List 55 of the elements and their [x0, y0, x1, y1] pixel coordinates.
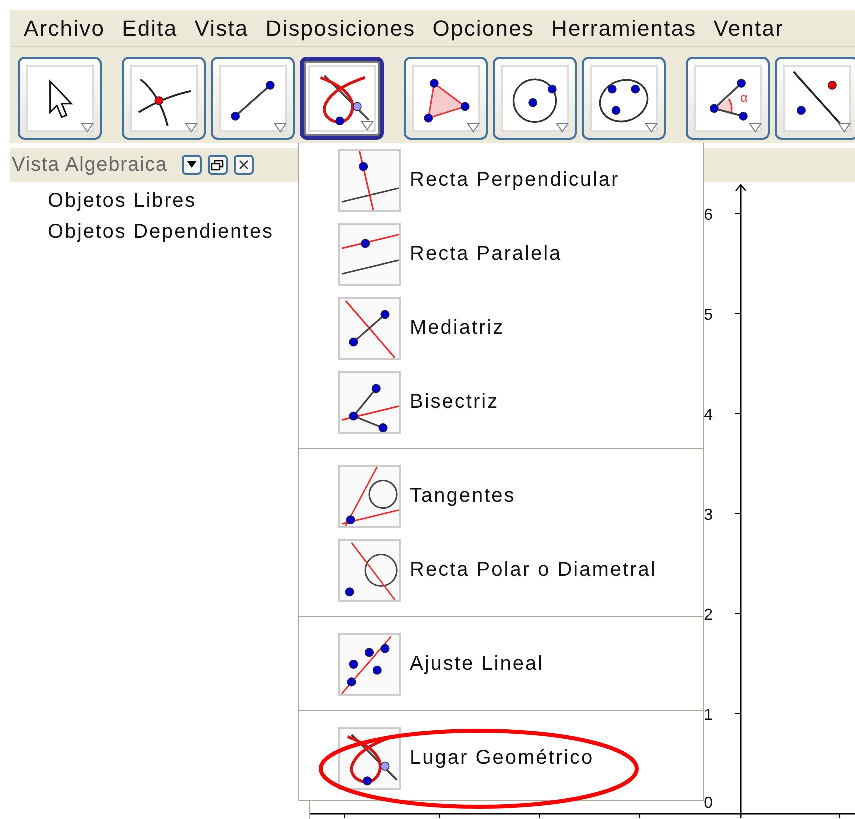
triangle-down-icon — [186, 161, 197, 169]
dropdown-triangle-icon — [645, 123, 658, 133]
dropdown-triangle-icon — [749, 123, 762, 133]
view-menu-button[interactable] — [182, 155, 202, 175]
menu-item[interactable]: Recta Paralela — [299, 217, 703, 291]
menu-item[interactable]: Recta Polar o Diametral — [299, 533, 703, 607]
dropdown-triangle-icon — [185, 123, 198, 133]
dropdown-triangle-icon — [361, 121, 374, 131]
axis-label: 5 — [704, 307, 713, 324]
tool-button[interactable] — [122, 57, 206, 140]
dropdown-triangle-icon — [467, 123, 480, 133]
undock-button[interactable] — [208, 155, 228, 175]
axis-label: 3 — [704, 507, 713, 524]
menu-item[interactable]: Disposiciones — [266, 12, 416, 44]
tool-button[interactable]: α — [686, 57, 770, 140]
menu-item[interactable]: Herramientas — [552, 12, 697, 44]
dropdown-triangle-icon — [838, 123, 851, 133]
angle-bisector-icon — [338, 370, 401, 434]
tree-item[interactable]: Objetos Dependientes — [48, 217, 274, 248]
axis-label: 6 — [704, 207, 713, 224]
menu-item[interactable]: Vista — [194, 12, 249, 44]
dropdown-triangle-icon — [274, 123, 287, 133]
alpha-label: α — [740, 90, 748, 104]
perpendicular-bisector-icon — [338, 296, 401, 360]
axis-label: 4 — [704, 407, 713, 424]
tool-button[interactable] — [300, 57, 384, 140]
tool-button[interactable] — [582, 57, 666, 140]
close-icon — [238, 160, 249, 170]
menu-item[interactable]: Edita — [122, 12, 178, 44]
menu-item[interactable]: Bisectriz — [299, 365, 703, 439]
menu-item[interactable]: Mediatriz — [299, 291, 703, 365]
view-title: Vista Algebraica — [12, 153, 168, 178]
tool-button[interactable] — [18, 57, 102, 140]
menu-item[interactable]: Tangentes — [299, 459, 703, 533]
menu-item[interactable]: Archivo — [24, 12, 106, 44]
tool-button[interactable] — [775, 57, 855, 140]
locus-curve-icon — [338, 726, 401, 790]
tree-item[interactable]: Objetos Libres — [48, 186, 197, 217]
tool-button[interactable] — [404, 57, 488, 140]
menu-item[interactable]: Ajuste Lineal — [299, 627, 703, 701]
menu-item[interactable]: Lugar Geométrico — [299, 721, 703, 795]
tool-button[interactable] — [493, 57, 577, 140]
dropdown-triangle-icon — [556, 123, 569, 133]
window-restore-icon — [211, 160, 224, 170]
axis-label: 0 — [704, 795, 713, 812]
menu-item[interactable]: Opciones — [432, 12, 535, 44]
tangent-lines-icon — [338, 464, 401, 528]
axis-label: 1 — [704, 707, 713, 724]
menu-item[interactable]: Recta Perpendicular — [299, 143, 703, 217]
axis-label: 2 — [704, 607, 713, 624]
menu-item[interactable]: Ventar — [714, 12, 784, 44]
close-button[interactable] — [234, 155, 254, 175]
tool-button[interactable] — [211, 57, 295, 140]
dropdown-triangle-icon — [81, 123, 94, 133]
angle-icon — [710, 78, 748, 120]
